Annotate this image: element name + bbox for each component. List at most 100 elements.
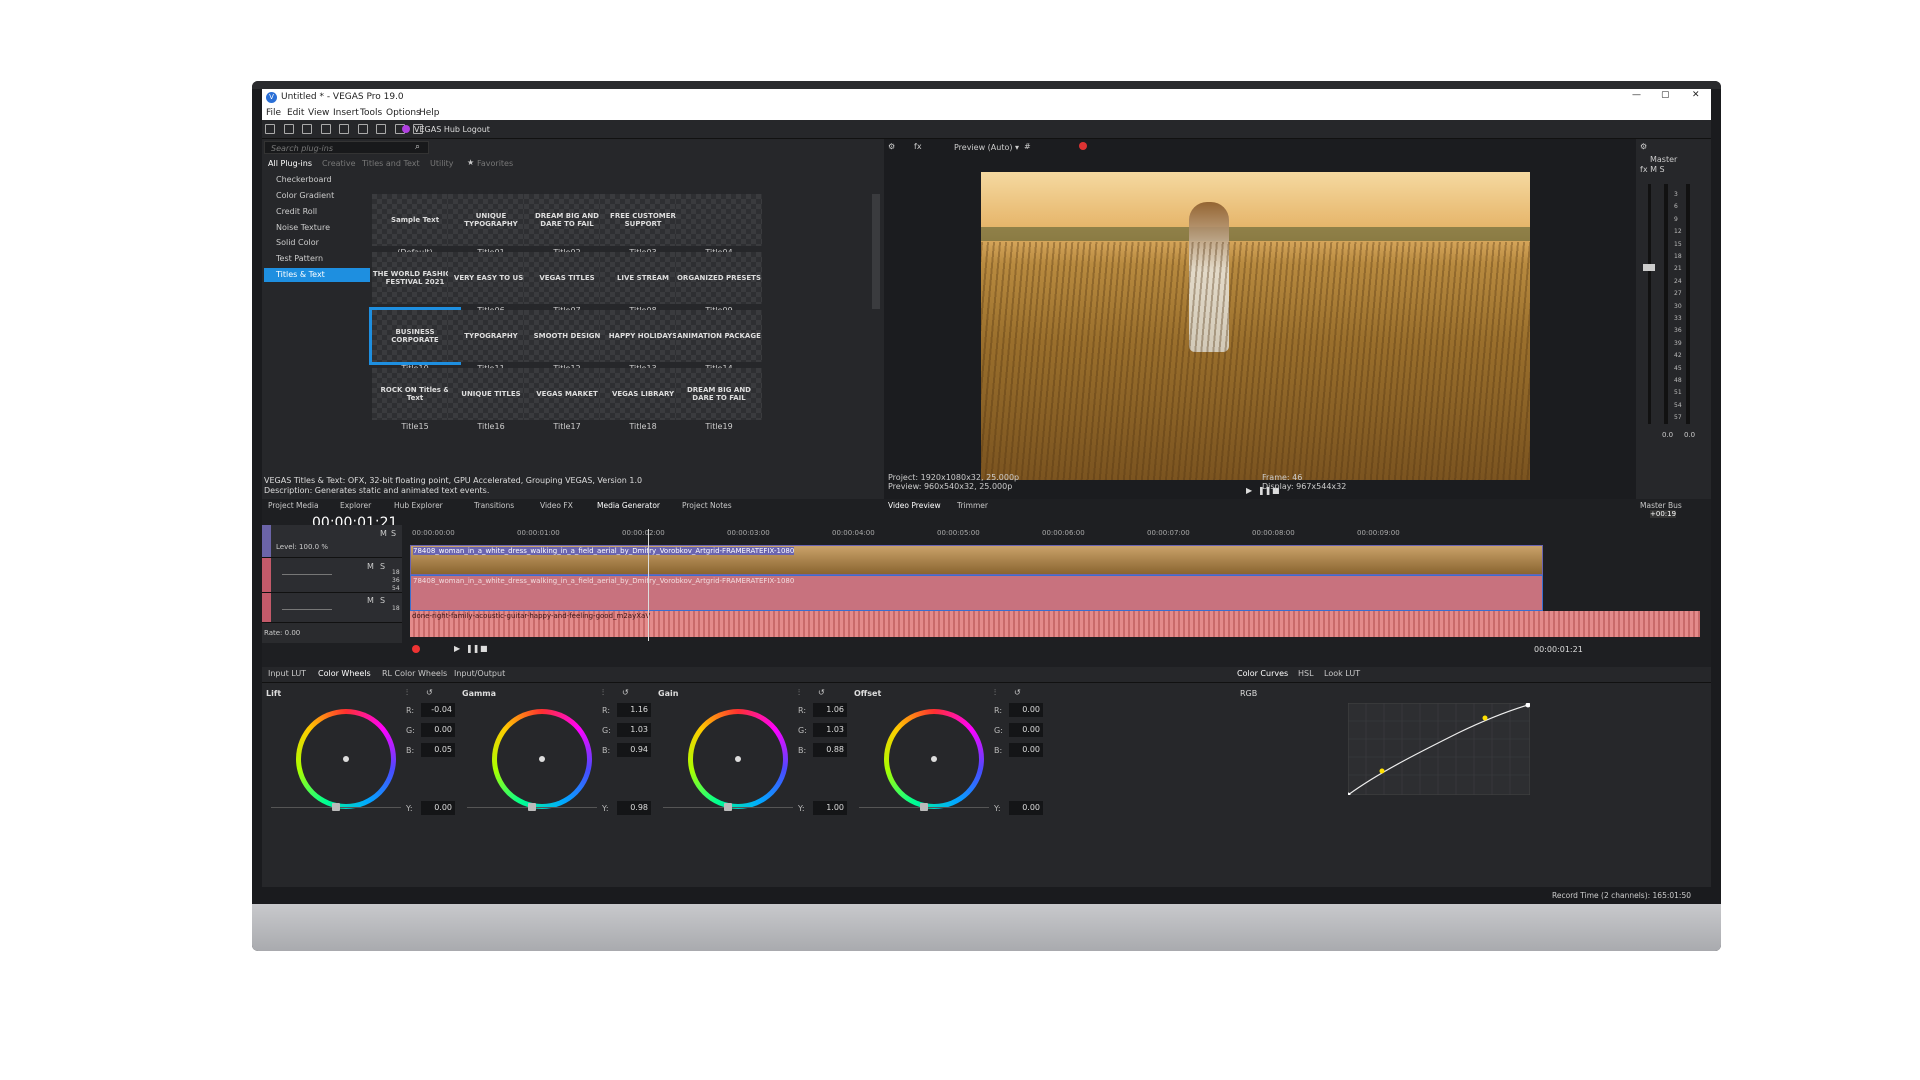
tab-video-fx[interactable]: Video FX [540, 501, 573, 510]
wheel-handle[interactable] [735, 756, 741, 762]
value-r[interactable]: 0.00 [1009, 703, 1043, 717]
search-icon[interactable]: ⌕ [415, 142, 420, 152]
color-wheel[interactable] [296, 709, 396, 809]
luma-slider-knob[interactable] [724, 803, 732, 811]
render-icon[interactable] [320, 124, 331, 134]
wheel-handle[interactable] [539, 756, 545, 762]
tab-utility[interactable]: Utility [430, 159, 454, 168]
fx-icon[interactable]: fx M S [1640, 165, 1665, 174]
value-y[interactable]: 1.00 [813, 801, 847, 815]
play-icon[interactable]: ▶ [1246, 486, 1252, 495]
tab-rl-color-wheels[interactable]: RL Color Wheels [382, 669, 447, 678]
audio-clip-2[interactable]: done-right-family-acoustic-guitar-happy-… [410, 611, 1700, 637]
tab-all-plugins[interactable]: All Plug-ins [268, 159, 312, 168]
preview-quality-dropdown[interactable]: Preview (Auto) [954, 143, 1013, 152]
tab-look-lut[interactable]: Look LUT [1324, 669, 1360, 678]
mute-button[interactable]: M [367, 596, 374, 605]
preset-thumbnail[interactable]: VERY EASY TO USE [448, 252, 534, 304]
gear-icon[interactable]: ⚙ [888, 142, 895, 151]
solo-button[interactable]: S [380, 596, 385, 605]
maximize-icon[interactable]: ▢ [1661, 90, 1670, 100]
plugin-item-test-pattern[interactable]: Test Pattern [264, 252, 370, 266]
open-icon[interactable] [283, 124, 294, 134]
value-b[interactable]: 0.94 [617, 743, 651, 757]
sliders-icon[interactable]: ⫶ [602, 688, 604, 698]
record-icon[interactable] [1079, 142, 1087, 150]
value-y[interactable]: 0.00 [1009, 801, 1043, 815]
value-r[interactable]: -0.04 [421, 703, 455, 717]
preset-thumbnail[interactable]: HAPPY HOLIDAYS [600, 310, 686, 362]
preset-thumbnail[interactable]: VEGAS TITLES [524, 252, 610, 304]
luma-slider-knob[interactable] [920, 803, 928, 811]
rgb-curve-graph[interactable] [1348, 703, 1530, 795]
menu-file[interactable]: File [266, 108, 281, 118]
cut-icon[interactable] [357, 124, 368, 134]
tab-video-preview[interactable]: Video Preview [888, 501, 941, 510]
luma-slider-knob[interactable] [528, 803, 536, 811]
preset-thumbnail[interactable]: DREAM BIG AND DARE TO FAIL [524, 194, 610, 246]
value-g[interactable]: 0.00 [421, 723, 455, 737]
preset-thumbnail[interactable]: VEGAS MARKET [524, 368, 610, 420]
preset-thumbnail[interactable]: BUSINESS CORPORATE [369, 307, 461, 365]
value-b[interactable]: 0.88 [813, 743, 847, 757]
preset-thumbnail[interactable]: SMOOTH DESIGN [524, 310, 610, 362]
tab-input-lut[interactable]: Input LUT [268, 669, 306, 678]
tab-media-generator[interactable]: Media Generator [597, 501, 660, 510]
sliders-icon[interactable]: ⫶ [406, 688, 408, 698]
solo-button[interactable]: S [391, 529, 396, 538]
stop-icon[interactable]: ■ [480, 644, 488, 653]
tab-trimmer[interactable]: Trimmer [957, 501, 988, 510]
menu-view[interactable]: View [308, 108, 329, 118]
volume-slider[interactable] [282, 609, 332, 610]
tab-titles-text[interactable]: Titles and Text [362, 159, 420, 168]
preset-thumbnail[interactable]: ORGANIZED PRESETS [676, 252, 762, 304]
value-r[interactable]: 1.06 [813, 703, 847, 717]
volume-slider[interactable] [282, 574, 332, 575]
preset-thumbnail[interactable]: DREAM BIG AND DARE TO FAIL [676, 368, 762, 420]
color-wheel[interactable] [688, 709, 788, 809]
plugin-item-solid-color[interactable]: Solid Color [264, 236, 370, 250]
luma-slider-knob[interactable] [332, 803, 340, 811]
tab-creative[interactable]: Creative [322, 159, 356, 168]
master-fader-knob[interactable] [1643, 264, 1655, 271]
preset-thumbnail[interactable]: TYPOGRAPHY [448, 310, 534, 362]
value-g[interactable]: 0.00 [1009, 723, 1043, 737]
preset-thumbnail[interactable]: ANIMATION PACKAGE [676, 310, 762, 362]
track-header-audio-2[interactable]: M S 18 [262, 593, 402, 623]
preset-thumbnail[interactable]: THE WORLD FASHION FESTIVAL 2021 [372, 252, 458, 304]
value-y[interactable]: 0.98 [617, 801, 651, 815]
close-icon[interactable]: ✕ [1692, 90, 1700, 100]
master-fader-track[interactable] [1648, 184, 1651, 424]
tab-project-notes[interactable]: Project Notes [682, 501, 732, 510]
track-header-audio-1[interactable]: M S 18 36 54 [262, 558, 402, 593]
wheel-handle[interactable] [931, 756, 937, 762]
preset-thumbnail[interactable]: LIVE STREAM [600, 252, 686, 304]
mute-button[interactable]: M [380, 529, 387, 538]
reset-icon[interactable]: ↺ [818, 688, 825, 697]
preset-thumbnail[interactable]: ROCK ON Titles & Text [372, 368, 458, 420]
value-b[interactable]: 0.05 [421, 743, 455, 757]
properties-icon[interactable] [339, 124, 350, 134]
preset-scrollbar[interactable] [872, 194, 880, 309]
video-clip[interactable]: 78408_woman_in_a_white_dress_walking_in_… [410, 545, 1543, 575]
menu-help[interactable]: Help [419, 108, 440, 118]
value-g[interactable]: 1.03 [617, 723, 651, 737]
color-wheel[interactable] [884, 709, 984, 809]
playhead[interactable] [648, 529, 649, 641]
sliders-icon[interactable]: ⫶ [798, 688, 800, 698]
tab-project-media[interactable]: Project Media [268, 501, 319, 510]
play-icon[interactable]: ▶ [454, 644, 460, 653]
grid-icon[interactable]: # [1024, 142, 1031, 151]
reset-icon[interactable]: ↺ [1014, 688, 1021, 697]
master-gear-icon[interactable]: ⚙ [1640, 142, 1647, 151]
audio-clip-1[interactable]: 78408_woman_in_a_white_dress_walking_in_… [410, 575, 1543, 611]
tab-input-output[interactable]: Input/Output [454, 669, 505, 678]
preset-thumbnail[interactable]: FREE CUSTOMER SUPPORT [600, 194, 686, 246]
preset-thumbnail[interactable]: UNIQUE TYPOGRAPHY [448, 194, 534, 246]
value-y[interactable]: 0.00 [421, 801, 455, 815]
fx-icon[interactable]: fx [914, 142, 922, 151]
new-icon[interactable] [265, 124, 275, 134]
preset-thumbnail[interactable]: Sample Text [372, 194, 458, 246]
value-b[interactable]: 0.00 [1009, 743, 1043, 757]
pause-icon[interactable]: ❚❚ [466, 644, 479, 653]
